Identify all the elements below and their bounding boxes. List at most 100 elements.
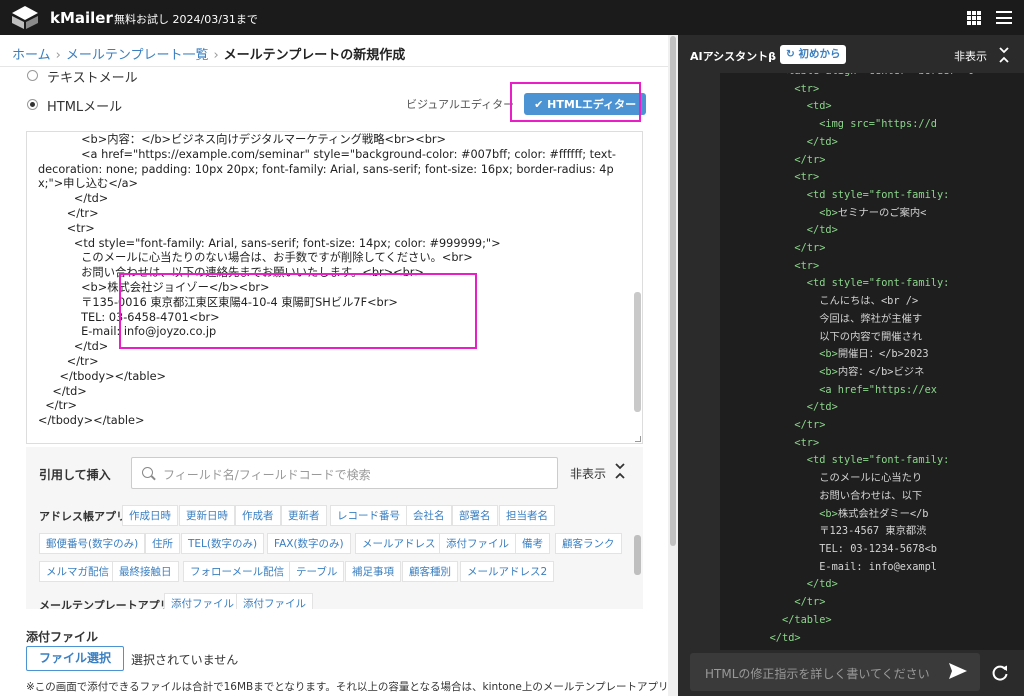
address-app-label: アドレス帳アプリ — [39, 510, 127, 523]
field-tag[interactable]: 補足事項 — [345, 561, 401, 582]
ai-code-line: <b>開催日：</b>2023 — [720, 346, 980, 364]
restart-label: 初めから — [798, 48, 841, 60]
ai-code-tag: <tr> — [794, 436, 820, 449]
breadcrumb-home[interactable]: ホーム — [12, 48, 51, 63]
field-tag[interactable]: 更新者 — [281, 505, 327, 526]
restart-button[interactable]: ↻ 初めから — [780, 45, 847, 64]
ai-code-tag: <td style="font-family: — [806, 188, 950, 201]
field-tag[interactable]: 郵便番号(数字のみ) — [39, 533, 146, 554]
app-name: kMailer — [50, 9, 113, 27]
ai-assistant-header: AIアシスタントβ ↻ 初めから 非表示 — [678, 35, 1024, 73]
attachment-title: 添付ファイル — [26, 630, 99, 644]
field-tag-list: アドレス帳アプリ 作成日時 更新日時 作成者 更新者 レコード番号 会社名 部署… — [26, 505, 638, 609]
insert-title: 引用して挿入 — [39, 468, 111, 482]
highlight-box — [510, 82, 641, 122]
field-tag[interactable]: 作成日時 — [122, 505, 178, 526]
ai-code-line: </td> — [720, 630, 980, 648]
field-tag[interactable]: メールアドレス — [355, 533, 443, 554]
refresh-small-icon: ↻ — [786, 48, 799, 60]
field-tag[interactable]: 会社名 — [406, 505, 452, 526]
ai-code-tag: <img src="https://d — [819, 118, 937, 131]
ai-assistant-title: AIアシスタントβ — [690, 50, 777, 63]
resize-handle-icon[interactable] — [635, 436, 641, 442]
ai-code-tag: <b> — [819, 206, 838, 219]
field-tag[interactable]: テーブル — [289, 561, 345, 582]
ai-hide-button[interactable]: 非表示 — [954, 48, 987, 64]
collapse-chevron-icon[interactable] — [998, 46, 1010, 64]
field-tag[interactable]: 添付ファイル — [439, 533, 516, 554]
field-tag[interactable]: 更新日時 — [179, 505, 235, 526]
visual-editor-button[interactable]: ビジュアルエディター — [396, 96, 524, 112]
send-icon[interactable] — [948, 662, 968, 680]
editor-scrollbar[interactable] — [634, 292, 641, 412]
field-tag[interactable]: FAX(数字のみ) — [267, 533, 351, 554]
ai-generated-code: <table align="center" border="0" <tr> <t… — [720, 73, 1024, 650]
ai-code-line: TEL: 03-1234-5678<b — [720, 541, 980, 559]
field-tag[interactable]: フォローメール配信 — [183, 561, 292, 582]
field-tag[interactable]: メルマガ配信 — [39, 561, 116, 582]
field-search-input[interactable]: フィールド名/フィールドコードで検索 — [131, 457, 558, 489]
ai-code-tag: <td style="font-family: — [806, 277, 950, 290]
insert-field-panel: 引用して挿入 フィールド名/フィールドコードで検索 非表示 アドレス帳アプリ 作… — [26, 447, 643, 609]
breadcrumb-current: メールテンプレートの新規作成 — [223, 48, 406, 63]
ai-code-tag: </td> — [806, 224, 838, 237]
field-tag[interactable]: 添付ファイル — [236, 593, 313, 609]
ai-code-line: <tr> — [720, 435, 980, 453]
ai-input-placeholder: HTMLの修正指示を詳しく書いてください — [705, 667, 930, 681]
trial-notice: 無料お試し 2024/03/31まで — [114, 13, 258, 26]
ai-code-line: </tr> — [720, 594, 980, 612]
ai-code-lines: <table align="center" border="0" <tr> <t… — [720, 73, 980, 650]
ai-code-line: </td> — [720, 222, 980, 240]
field-tag[interactable]: TEL(数字のみ) — [181, 533, 265, 554]
ai-code-tag: <table align="center" border="0" — [782, 73, 980, 77]
ai-code-content: 内容：</b>ビジネ — [837, 365, 925, 378]
ai-code-line: </td> — [720, 134, 980, 152]
field-tag[interactable]: 顧客種別 — [402, 561, 458, 582]
ai-code-line: <tr> — [720, 169, 980, 187]
ai-code-tag: </tr> — [794, 419, 826, 432]
file-select-button[interactable]: ファイル選択 — [26, 646, 124, 671]
field-tag[interactable]: メールアドレス2 — [460, 561, 555, 582]
ai-code-line: </tr> — [720, 647, 980, 650]
ai-code-tag: <tr> — [794, 171, 820, 184]
chevron-right-icon: › — [55, 48, 61, 63]
field-tag[interactable]: 添付ファイル — [164, 593, 241, 609]
refresh-icon[interactable] — [991, 664, 1009, 682]
field-tag[interactable]: 顧客ランク — [555, 533, 622, 554]
ai-code-line: このメールに心当たり — [720, 470, 980, 488]
insert-scrollbar[interactable] — [634, 535, 641, 575]
field-tag[interactable]: 部署名 — [452, 505, 498, 526]
ai-code-tag: <a href="https://ex — [819, 383, 937, 396]
collapse-chevron-icon[interactable] — [614, 462, 626, 480]
ai-code-tag: <td> — [806, 100, 832, 113]
ai-code-content: 今回は、弊社が主催す — [819, 312, 923, 325]
text-mail-radio[interactable] — [27, 70, 38, 81]
field-tag[interactable]: 住所 — [145, 533, 180, 554]
ai-code-content: こんにちは、<br /> — [819, 295, 919, 308]
ai-code-tag: <b> — [819, 348, 838, 361]
ai-code-content: 株式会社ダミー</b — [837, 507, 929, 520]
ai-code-content: E-mail: info@exampl — [819, 560, 937, 573]
ai-code-tag: </tr> — [794, 153, 826, 166]
search-placeholder: フィールド名/フィールドコードで検索 — [163, 468, 371, 482]
ai-instruction-input[interactable]: HTMLの修正指示を詳しく書いてください — [690, 653, 980, 691]
breadcrumb: ホーム › メールテンプレート一覧 › メールテンプレートの新規作成 — [12, 44, 405, 63]
breadcrumb-template-list[interactable]: メールテンプレート一覧 — [66, 48, 209, 63]
field-tag[interactable]: 作成者 — [235, 505, 281, 526]
template-editor-panel: ホーム › メールテンプレート一覧 › メールテンプレートの新規作成 テキストメール H… — [0, 35, 668, 696]
ai-code-content: TEL: 03-1234-5678<b — [819, 542, 937, 555]
field-tag[interactable]: レコード番号 — [330, 505, 407, 526]
field-tag[interactable]: 備考 — [515, 533, 550, 554]
field-tag[interactable]: 担当者名 — [499, 505, 555, 526]
apps-grid-icon[interactable] — [967, 11, 981, 25]
html-mail-radio[interactable] — [27, 99, 38, 110]
chevron-right-icon: › — [213, 48, 219, 63]
ai-code-line: </tr> — [720, 417, 980, 435]
field-tag[interactable]: 最終接触日 — [112, 561, 179, 582]
ai-code-line: <b>内容：</b>ビジネ — [720, 364, 980, 382]
insert-hide-button[interactable]: 非表示 — [570, 465, 606, 482]
hamburger-menu-icon[interactable] — [996, 11, 1012, 24]
ai-code-line: 〒123-4567 東京都渋 — [720, 523, 980, 541]
page-scrollbar[interactable] — [670, 36, 676, 546]
ai-code-line: <table align="center" border="0" — [720, 73, 980, 81]
